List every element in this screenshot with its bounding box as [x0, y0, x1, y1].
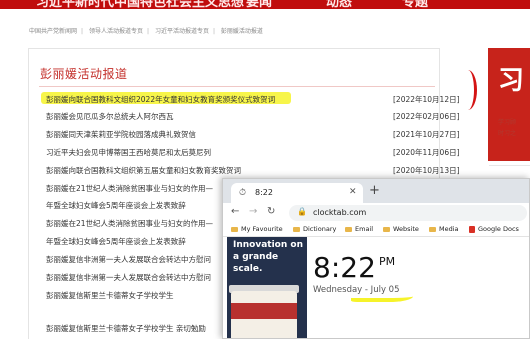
folder-icon: [231, 226, 238, 232]
news-link[interactable]: 年暨全球妇女峰会5周年座谈会上发表致辞: [46, 200, 186, 211]
sidebar-caption-line: 时习之: [498, 130, 517, 137]
annotation-arc: [459, 70, 477, 110]
breadcrumb-item-current: 彭丽媛活动报道: [220, 28, 263, 35]
bookmark-label: Email: [355, 225, 374, 233]
news-link[interactable]: 彭丽媛在21世纪人类消除贫困事业与妇女的作用—: [46, 218, 213, 229]
cup-band: [231, 303, 297, 319]
breadcrumb-item[interactable]: 习近平活动报道专页: [155, 28, 209, 35]
bookmark-folder[interactable]: Dictionary: [293, 225, 336, 233]
news-date: [2022年10月12日]: [393, 95, 460, 104]
google-docs-icon: [469, 225, 475, 233]
news-link[interactable]: 彭丽媛复信非洲第一夫人发展联合会转达中方慰问: [46, 272, 211, 283]
breadcrumb: 中国共产党新闻网 | 领导人活动报道专页 | 习近平活动报道专页 | 彭丽媛活动报道: [29, 28, 263, 35]
news-date: [2020年11月06日]: [393, 148, 460, 157]
bookmark-folder[interactable]: My Favourite: [231, 225, 283, 233]
bookmark-label: Dictionary: [303, 225, 337, 233]
close-icon[interactable]: ✕: [349, 187, 357, 197]
bookmarks-bar: My Favourite Dictionary Email Website Me…: [223, 223, 529, 237]
divider: [489, 165, 530, 166]
sidebar-banner[interactable]: 习: [488, 48, 530, 161]
ad-text: Innovation on a grande scale.: [233, 240, 303, 274]
address-bar[interactable]: 🔒 clocktab.com: [289, 205, 527, 221]
clock-time: 8:22: [313, 251, 376, 284]
news-link[interactable]: 彭丽媛复信斯里兰卡德蒂女子学校学生 亲切勉励: [46, 323, 206, 334]
nav-bar: ← → ↻ 🔒 clocktab.com: [223, 203, 529, 223]
breadcrumb-item[interactable]: 领导人活动报道专页: [89, 28, 143, 35]
nav-item-activity[interactable]: 动态: [326, 0, 352, 9]
folder-icon: [345, 226, 352, 232]
bookmark-link[interactable]: Google Docs: [469, 225, 519, 233]
folder-icon: [429, 226, 436, 232]
news-date: [2021年10月27日]: [393, 130, 460, 139]
news-link[interactable]: 彭丽媛同天津茱莉亚学院校园落成典礼致贺信: [46, 129, 196, 140]
new-tab-button[interactable]: +: [369, 183, 380, 198]
news-link[interactable]: 彭丽媛向联合国教科文组织2022年女童和妇女教育奖颁奖仪式致贺词: [46, 94, 275, 105]
news-link[interactable]: 彭丽媛在21世纪人类消除贫困事业与妇女的作用—: [46, 183, 213, 194]
banner-title: 习近平新时代中国特色社会主义思想: [36, 0, 245, 9]
news-link[interactable]: 彭丽媛向联合国教科文组织第五届女童和妇女教育奖致贺词: [46, 165, 241, 176]
page-title: 彭丽媛活动报道: [40, 67, 128, 81]
sidebar-caption-line: 学习顾: [498, 119, 517, 126]
top-banner: 习近平新时代中国特色社会主义思想 要闻 动态 专题: [0, 0, 530, 9]
clock-ampm: PM: [379, 255, 396, 268]
browser-tab[interactable]: ⏱ 8:22 ✕: [231, 183, 363, 203]
back-icon[interactable]: ←: [231, 206, 239, 217]
news-date: [2020年10月13日]: [393, 166, 460, 175]
divider: [39, 86, 435, 87]
ad-image[interactable]: Innovation on a grande scale.: [227, 237, 307, 338]
tab-title: 8:22: [255, 188, 273, 197]
news-link[interactable]: 年暨全球妇女峰会5周年座谈会上发表致辞: [46, 236, 186, 247]
folder-icon: [383, 226, 390, 232]
nav-item-topics[interactable]: 专题: [402, 0, 428, 9]
news-date: [2022年02月06日]: [393, 112, 460, 121]
reload-icon[interactable]: ↻: [267, 206, 275, 217]
bookmark-label: My Favourite: [241, 225, 283, 233]
news-link[interactable]: 彭丽媛复信非洲第一夫人发展联合会转达中方慰问: [46, 254, 211, 265]
bookmark-label: Website: [393, 225, 419, 233]
lock-icon[interactable]: 🔒: [297, 207, 307, 216]
sidebar-banner-char: 习: [498, 66, 525, 96]
clock-icon: ⏱: [239, 188, 247, 198]
bookmark-label: Media: [439, 225, 459, 233]
tab-strip: ⏱ 8:22 ✕ +: [223, 179, 529, 203]
nav-item-news[interactable]: 要闻: [246, 0, 272, 9]
news-link[interactable]: 彭丽媛复信斯里兰卡德蒂女子学校学生: [46, 290, 174, 301]
page-content: Innovation on a grande scale. 8:22 PM We…: [223, 237, 529, 338]
browser-window: ⏱ 8:22 ✕ + ← → ↻ 🔒 clocktab.com My Favou…: [222, 178, 530, 339]
forward-icon[interactable]: →: [249, 206, 257, 217]
bookmark-folder[interactable]: Media: [429, 225, 459, 233]
bookmark-folder[interactable]: Email: [345, 225, 373, 233]
folder-icon: [293, 226, 300, 232]
url-text[interactable]: clocktab.com: [313, 208, 366, 217]
bookmark-folder[interactable]: Website: [383, 225, 419, 233]
bookmark-label: Google Docs: [478, 225, 519, 233]
news-link[interactable]: 彭丽媛会见厄瓜多尔总统夫人阿尔西瓦: [46, 111, 174, 122]
news-link[interactable]: 习近平夫妇会见申博蒂国王西哈莫尼和太后莫尼列: [46, 147, 211, 158]
highlight-mark: [351, 288, 413, 302]
breadcrumb-item[interactable]: 中国共产党新闻网: [29, 28, 77, 35]
sidebar-caption: 学习顾 时习之: [498, 117, 516, 139]
